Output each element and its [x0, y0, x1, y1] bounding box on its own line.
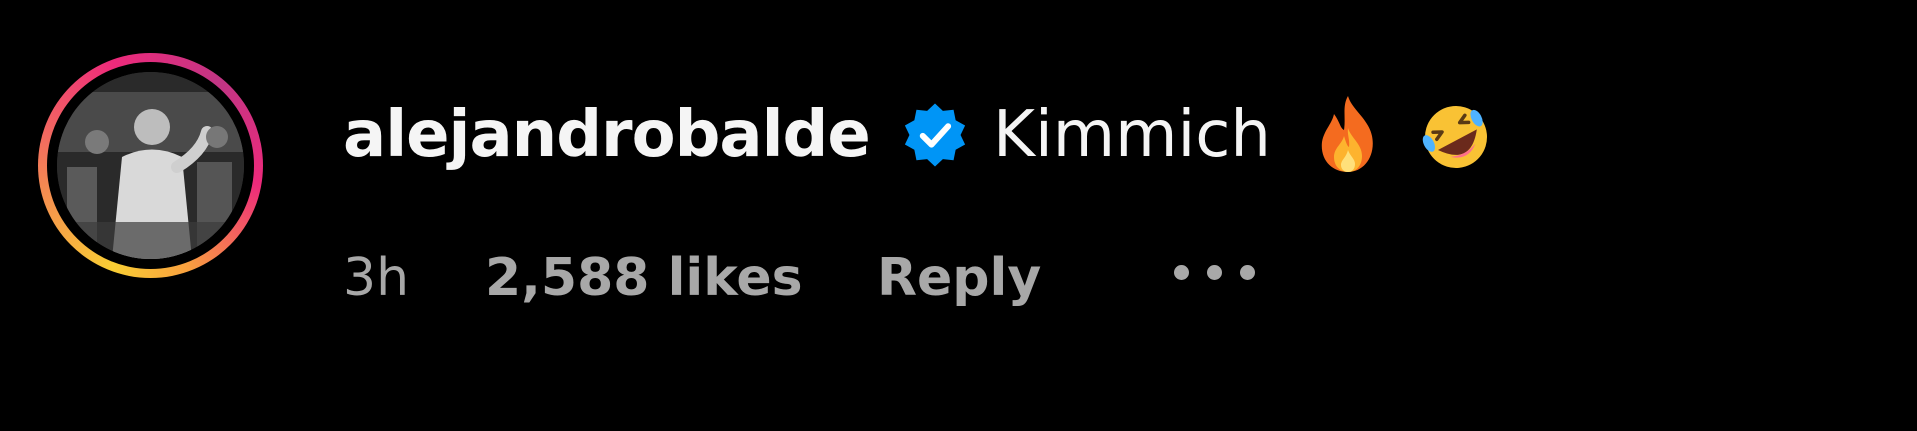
avatar-photo [57, 72, 244, 259]
fire-emoji-icon [1321, 96, 1373, 172]
more-options-icon[interactable] [1170, 263, 1260, 283]
rolling-laughing-emoji-icon [1422, 106, 1487, 168]
comment-text: Kimmich [993, 98, 1271, 172]
avatar-story-ring[interactable] [38, 53, 263, 278]
verified-badge-icon [904, 103, 966, 167]
comment-row: alejandrobalde Kimmich 3h 2,588 likes Re… [0, 0, 1917, 431]
comment-likes-count[interactable]: 2,588 likes [485, 245, 803, 311]
comment-username[interactable]: alejandrobalde [343, 96, 871, 174]
ellipsis-dot [1174, 265, 1189, 280]
comment-timestamp[interactable]: 3h [343, 245, 409, 311]
reply-button[interactable]: Reply [877, 245, 1041, 311]
ellipsis-dot [1240, 265, 1255, 280]
avatar[interactable] [57, 72, 244, 259]
ellipsis-dot [1207, 265, 1222, 280]
